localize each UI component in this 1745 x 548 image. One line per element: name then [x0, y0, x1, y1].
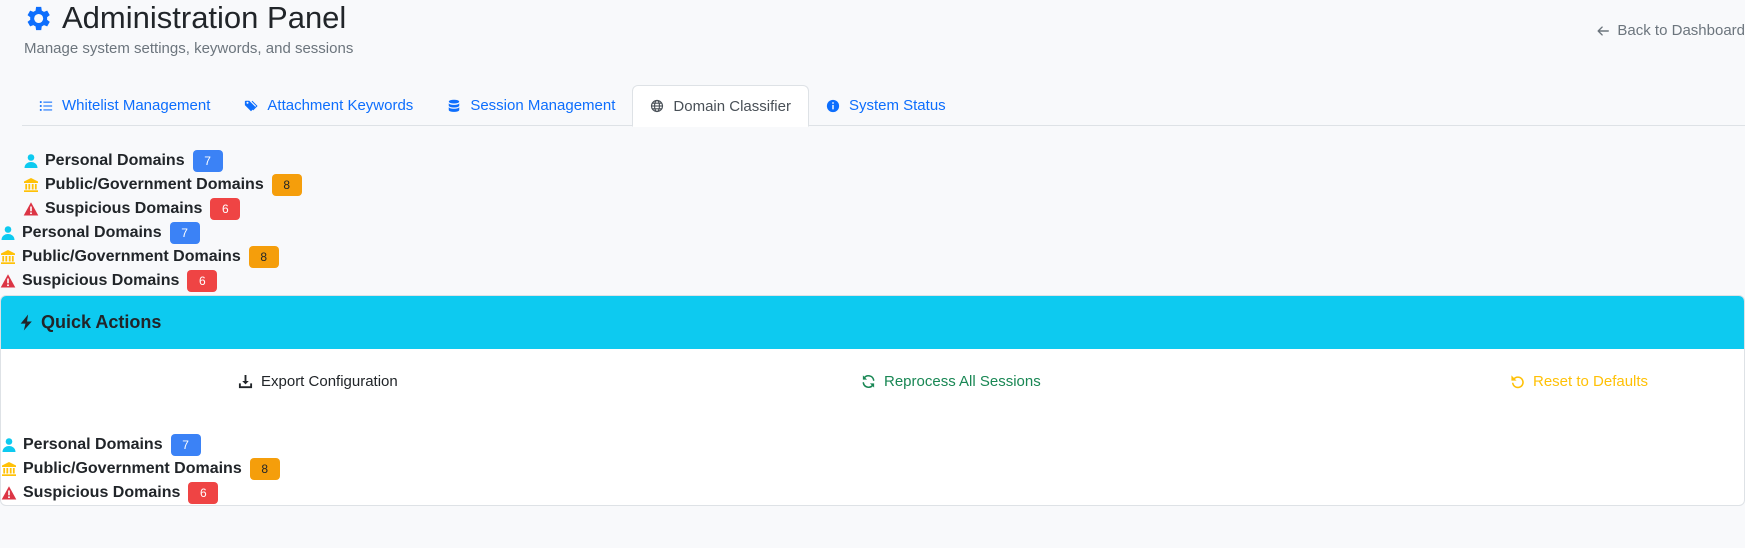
reprocess-all-sessions-label: Reprocess All Sessions — [884, 373, 1041, 390]
suspicious-domains-row: Suspicious Domains 6 — [23, 197, 302, 221]
reset-to-defaults-button[interactable]: Reset to Defaults — [1510, 373, 1648, 390]
tab-attachment-keywords[interactable]: Attachment Keywords — [227, 85, 430, 126]
user-icon — [2, 438, 16, 452]
suspicious-domains-row: Suspicious Domains 6 — [1, 481, 280, 505]
warning-triangle-icon — [23, 202, 39, 216]
user-icon — [24, 154, 38, 168]
personal-domains-count-badge: 7 — [169, 222, 200, 244]
public-domains-row: Public/Government Domains 8 — [23, 173, 302, 197]
personal-domains-label: Personal Domains — [45, 152, 185, 169]
back-link-label: Back to Dashboard — [1617, 22, 1745, 39]
suspicious-domains-count-badge: 6 — [187, 270, 218, 292]
sync-icon — [862, 374, 875, 389]
personal-domains-label: Personal Domains — [23, 436, 163, 453]
page-title: Administration Panel — [62, 0, 347, 35]
undo-icon — [1511, 375, 1524, 389]
page-subtitle: Manage system settings, keywords, and se… — [24, 40, 354, 57]
public-domains-count-badge: 8 — [249, 458, 280, 480]
quick-actions-header: Quick Actions — [1, 296, 1744, 349]
list-icon — [39, 100, 53, 111]
globe-icon — [651, 99, 664, 113]
public-domains-count-badge: 8 — [271, 174, 302, 196]
tab-whitelist-management[interactable]: Whitelist Management — [22, 85, 227, 126]
suspicious-domains-label: Suspicious Domains — [23, 484, 181, 501]
public-domains-label: Public/Government Domains — [45, 176, 264, 193]
public-domains-row: Public/Government Domains 8 — [0, 245, 279, 269]
user-icon — [1, 226, 15, 240]
personal-domains-count-badge: 7 — [170, 434, 201, 456]
tab-system-status[interactable]: System Status — [809, 85, 963, 126]
domain-summary-list: Personal Domains 7 Public/Government Dom… — [1, 433, 280, 505]
public-domains-label: Public/Government Domains — [23, 460, 242, 477]
tab-domain-classifier[interactable]: Domain Classifier — [632, 85, 809, 127]
personal-domains-row: Personal Domains 7 — [23, 149, 302, 173]
public-domains-row: Public/Government Domains 8 — [1, 457, 280, 481]
warning-triangle-icon — [0, 274, 16, 288]
landmark-icon — [24, 178, 38, 192]
landmark-icon — [1, 250, 15, 264]
landmark-icon — [2, 462, 16, 476]
suspicious-domains-row: Suspicious Domains 6 — [0, 269, 279, 293]
reprocess-all-sessions-button[interactable]: Reprocess All Sessions — [861, 373, 1041, 390]
personal-domains-row: Personal Domains 7 — [0, 221, 279, 245]
warning-triangle-icon — [1, 486, 17, 500]
export-configuration-button[interactable]: Export Configuration — [238, 373, 398, 390]
public-domains-label: Public/Government Domains — [22, 248, 241, 265]
suspicious-domains-count-badge: 6 — [188, 482, 219, 504]
tab-label: Session Management — [470, 97, 616, 114]
quick-actions-card: Quick Actions Export Configuration Repro… — [0, 295, 1745, 506]
domain-summary-list: Personal Domains 7 Public/Government Dom… — [23, 149, 302, 221]
info-circle-icon — [826, 99, 840, 112]
database-icon — [449, 99, 460, 112]
quick-actions-title: Quick Actions — [41, 312, 162, 332]
personal-domains-count-badge: 7 — [192, 150, 223, 172]
quick-actions-body: Export Configuration Reprocess All Sessi… — [1, 349, 1744, 419]
suspicious-domains-count-badge: 6 — [210, 198, 241, 220]
arrow-left-icon — [1597, 25, 1610, 36]
title-row: Administration Panel — [22, 0, 346, 36]
tab-label: Attachment Keywords — [267, 97, 414, 114]
export-configuration-label: Export Configuration — [261, 373, 398, 390]
tab-session-management[interactable]: Session Management — [430, 85, 632, 126]
admin-tabs: Whitelist Management Attachment Keywords… — [22, 85, 1745, 127]
tags-icon — [245, 100, 258, 111]
suspicious-domains-label: Suspicious Domains — [45, 200, 203, 217]
suspicious-domains-label: Suspicious Domains — [22, 272, 180, 289]
tab-label: System Status — [848, 97, 946, 114]
reset-to-defaults-label: Reset to Defaults — [1533, 373, 1649, 390]
back-to-dashboard-link[interactable]: Back to Dashboard — [1596, 22, 1745, 39]
gear-icon — [27, 6, 50, 30]
download-icon — [238, 374, 253, 389]
personal-domains-label: Personal Domains — [22, 224, 162, 241]
tab-label: Whitelist Management — [62, 97, 211, 114]
tab-label: Domain Classifier — [673, 97, 791, 115]
domain-summary-list: Personal Domains 7 Public/Government Dom… — [0, 221, 279, 293]
bolt-icon — [20, 314, 32, 331]
page-header: Administration Panel Manage system setti… — [0, 0, 1745, 75]
public-domains-count-badge: 8 — [248, 246, 279, 268]
personal-domains-row: Personal Domains 7 — [1, 433, 280, 457]
